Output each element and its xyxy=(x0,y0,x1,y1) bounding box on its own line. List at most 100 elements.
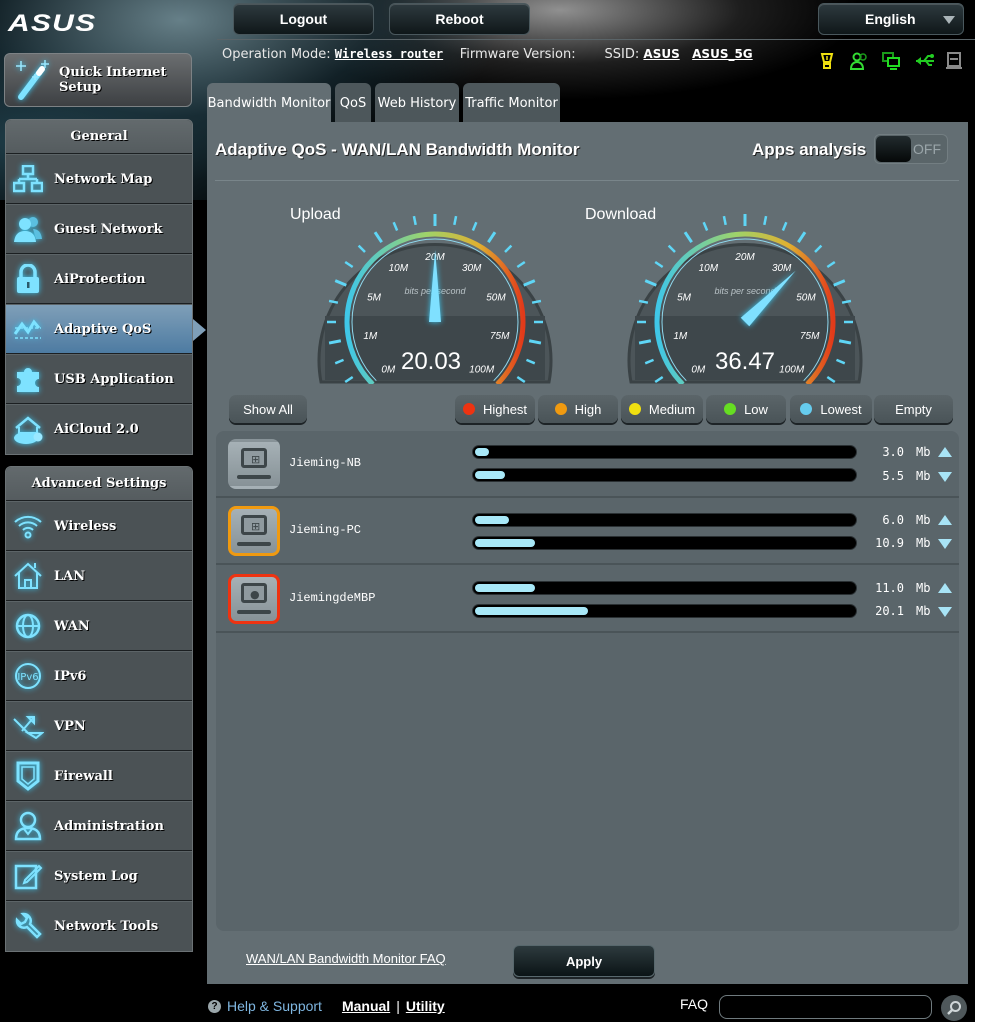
medium-dot-icon xyxy=(628,403,641,415)
usb-status-icon[interactable] xyxy=(914,52,934,70)
sidebar-item-aiprotection[interactable]: AiProtection xyxy=(6,254,192,304)
lan-status-icon[interactable] xyxy=(882,52,900,70)
sidebar-item-aicloud[interactable]: AiCloud 2.0 xyxy=(6,404,192,454)
apple-device-icon[interactable]: ● xyxy=(228,574,280,624)
sidebar-item-adaptive-qos[interactable]: Adaptive QoS xyxy=(6,304,206,354)
manual-link[interactable]: Manual xyxy=(342,998,390,1014)
download-scale-label: 20M xyxy=(734,252,755,263)
upload-scale-label: 50M xyxy=(486,293,506,304)
sidebar-item-firewall[interactable]: Firewall xyxy=(6,751,192,801)
sidebar-item-vpn[interactable]: VPN xyxy=(6,701,192,751)
upload-gauge-tick xyxy=(328,299,339,304)
sidebar-item-label: USB Application xyxy=(54,371,174,387)
asus-logo: ASUS xyxy=(8,10,97,37)
sidebar-item-label: AiProtection xyxy=(54,271,146,287)
main-panel: Adaptive QoS - WAN/LAN Bandwidth Monitor… xyxy=(207,122,968,984)
filter-high-button[interactable]: High xyxy=(538,395,618,423)
download-gauge-tick xyxy=(797,231,807,244)
download-gauge-tick xyxy=(644,279,657,287)
windows-device-icon[interactable]: ⊞ xyxy=(228,506,280,556)
utility-link[interactable]: Utility xyxy=(406,998,445,1014)
sidebar-item-label: System Log xyxy=(54,868,138,884)
apps-analysis-label: Apps analysis xyxy=(752,140,867,159)
admin-user-icon xyxy=(12,810,44,842)
filter-highest-button[interactable]: Highest xyxy=(455,395,535,423)
sidebar-item-label: Administration xyxy=(54,818,164,834)
ssid-link-24g[interactable]: ASUS xyxy=(643,47,679,61)
download-scale-label: 75M xyxy=(800,331,820,342)
faq-search-button[interactable] xyxy=(941,995,967,1021)
header-divider xyxy=(217,39,975,40)
download-scale-label: 10M xyxy=(699,263,719,274)
upload-gauge-tick xyxy=(487,231,497,244)
magic-wand-icon xyxy=(11,57,57,103)
sidebar-item-administration[interactable]: Administration xyxy=(6,801,192,851)
download-gauge-tick xyxy=(781,221,788,232)
title-divider xyxy=(215,180,959,181)
client-name: JiemingdeMBP xyxy=(289,591,376,605)
tab-bandwidth-monitor[interactable]: Bandwidth Monitor xyxy=(207,83,331,123)
upload-scale-label: 75M xyxy=(490,331,510,342)
filter-label: Highest xyxy=(482,401,528,417)
sidebar-item-lan[interactable]: LAN xyxy=(6,551,192,601)
toggle-state: OFF xyxy=(913,141,941,157)
quick-internet-setup-button[interactable]: Quick Internet Setup xyxy=(4,53,192,107)
sidebar-item-guest-network[interactable]: Guest Network xyxy=(6,204,192,254)
faq-search-input[interactable] xyxy=(719,995,932,1019)
language-select[interactable]: English xyxy=(818,3,964,35)
sidebar-item-network-tools[interactable]: Network Tools xyxy=(6,901,192,951)
apps-analysis-toggle[interactable]: OFF xyxy=(874,134,948,164)
printer-status-icon[interactable] xyxy=(946,52,964,70)
tab-qos[interactable]: QoS xyxy=(335,83,371,123)
lock-icon xyxy=(12,263,44,295)
windows-logo-icon: ⊞ xyxy=(251,520,261,533)
operation-mode-link[interactable]: Wireless router xyxy=(335,47,443,61)
filter-label: High xyxy=(574,401,602,417)
sidebar-item-label: Network Tools xyxy=(54,919,159,934)
faq-label: FAQ xyxy=(680,996,709,1012)
filter-empty-button[interactable]: Empty xyxy=(874,395,953,423)
router-admin-app: ASUS Logout Reboot English Operation Mod… xyxy=(0,0,975,1022)
chevron-down-icon xyxy=(943,16,955,24)
sidebar-item-usb-application[interactable]: USB Application xyxy=(6,354,192,404)
download-arrow-icon xyxy=(938,539,952,549)
apply-button[interactable]: Apply xyxy=(513,945,655,977)
internet-status-icon[interactable] xyxy=(818,52,836,70)
bandwidth-monitor-faq-link[interactable]: WAN/LAN Bandwidth Monitor FAQ xyxy=(246,951,446,966)
download-gauge-tick xyxy=(638,299,649,304)
upload-arrow-icon xyxy=(938,447,952,457)
vpn-icon xyxy=(12,710,44,742)
reboot-button[interactable]: Reboot xyxy=(389,3,530,35)
help-support-link[interactable]: Help & Support xyxy=(227,998,322,1014)
sidebar-item-wan[interactable]: WAN xyxy=(6,601,192,651)
filter-low-button[interactable]: Low xyxy=(706,395,786,423)
windows-device-icon[interactable]: ⊞ xyxy=(228,439,280,489)
upload-bar xyxy=(472,445,857,459)
logout-button[interactable]: Logout xyxy=(233,3,374,35)
upload-scale-label: 30M xyxy=(462,263,482,274)
download-gauge-tick xyxy=(833,279,846,287)
download-unit-caption: bits per second xyxy=(714,286,776,296)
filter-lowest-button[interactable]: Lowest xyxy=(790,395,872,423)
apple-logo-icon: ● xyxy=(250,588,260,601)
ssid-link-5g[interactable]: ASUS_5G xyxy=(692,47,753,61)
download-bar-fill xyxy=(475,607,588,615)
filter-medium-button[interactable]: Medium xyxy=(621,395,703,423)
sidebar-item-system-log[interactable]: System Log xyxy=(6,851,192,901)
tab-web-history[interactable]: Web History xyxy=(375,83,459,123)
show-all-button[interactable]: Show All xyxy=(229,395,307,423)
sidebar-item-label: Guest Network xyxy=(54,221,163,237)
sidebar-item-wireless[interactable]: Wireless xyxy=(6,501,192,551)
wifi-icon xyxy=(12,510,44,542)
upload-gauge-tick xyxy=(531,299,542,304)
advanced-menu-header: Advanced Settings xyxy=(6,467,192,501)
upload-gauge-tick xyxy=(471,221,478,232)
download-scale-label: 50M xyxy=(796,293,816,304)
upload-arrow-icon xyxy=(938,583,952,593)
sidebar-item-ipv6[interactable]: IPv6 IPv6 xyxy=(6,651,192,701)
download-gauge-tick xyxy=(683,231,693,244)
upload-rate: 3.0 xyxy=(882,445,904,459)
clients-status-icon[interactable] xyxy=(849,52,868,70)
sidebar-item-network-map[interactable]: Network Map xyxy=(6,154,192,204)
tab-traffic-monitor[interactable]: Traffic Monitor xyxy=(463,83,560,123)
